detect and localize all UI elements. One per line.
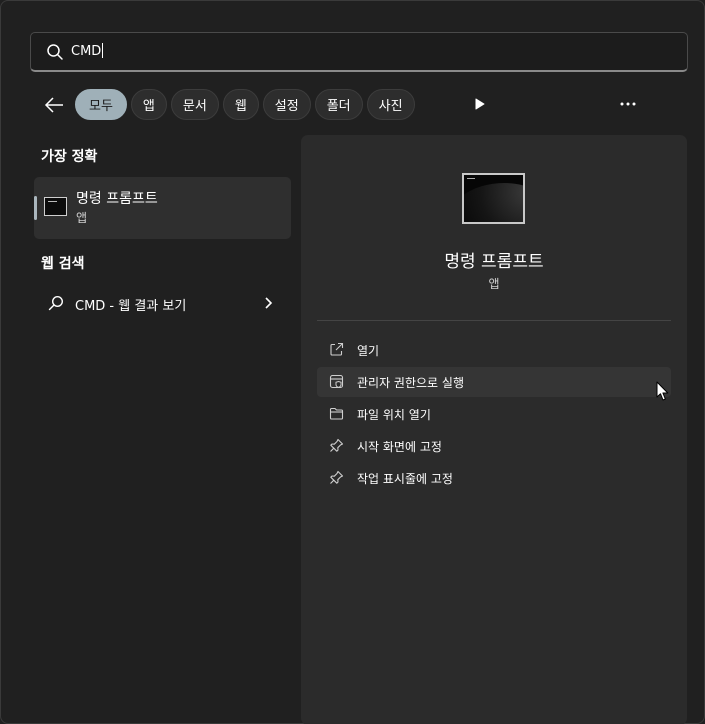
filter-tab-web[interactable]: 웹 bbox=[222, 89, 259, 120]
web-search-text: CMD - 웹 결과 보기 bbox=[75, 299, 187, 314]
open-external-icon bbox=[330, 342, 344, 356]
back-button[interactable] bbox=[41, 93, 67, 117]
folder-icon bbox=[329, 407, 344, 420]
command-prompt-icon bbox=[44, 197, 67, 216]
filter-tab-folders[interactable]: 폴더 bbox=[314, 89, 363, 120]
best-match-result[interactable]: 명령 프롬프트 앱 bbox=[34, 177, 291, 239]
filter-tabs: 모두 앱 문서 웹 설정 폴더 사진 bbox=[75, 89, 415, 120]
icon-gradient bbox=[464, 183, 523, 222]
pin-icon bbox=[330, 470, 344, 484]
action-pin-to-taskbar-label: 작업 표시줄에 고정 bbox=[357, 472, 453, 486]
search-icon bbox=[48, 295, 64, 311]
command-prompt-large-icon bbox=[462, 173, 525, 224]
best-match-name: 명령 프롬프트 bbox=[76, 191, 158, 207]
divider bbox=[317, 320, 671, 321]
filter-tab-all[interactable]: 모두 bbox=[75, 89, 127, 120]
action-open-file-location-label: 파일 위치 열기 bbox=[357, 408, 431, 422]
filter-tab-photos[interactable]: 사진 bbox=[366, 89, 415, 120]
search-input[interactable]: CMD bbox=[71, 43, 104, 61]
action-pin-to-taskbar[interactable]: 작업 표시줄에 고정 bbox=[317, 463, 671, 493]
search-input-text: CMD bbox=[71, 44, 102, 59]
search-box[interactable]: CMD bbox=[30, 32, 688, 72]
search-icon bbox=[47, 44, 63, 60]
chevron-right-icon bbox=[265, 297, 273, 309]
pin-icon bbox=[330, 438, 344, 452]
icon-prompt-line bbox=[467, 178, 475, 179]
more-filters-button[interactable] bbox=[471, 95, 489, 113]
web-search-result[interactable]: CMD - 웹 결과 보기 bbox=[34, 287, 291, 319]
action-pin-to-start-label: 시작 화면에 고정 bbox=[357, 440, 442, 454]
ellipsis-icon bbox=[620, 102, 636, 106]
action-pin-to-start[interactable]: 시작 화면에 고정 bbox=[317, 431, 671, 461]
action-open[interactable]: 열기 bbox=[317, 335, 671, 365]
action-open-label: 열기 bbox=[357, 344, 380, 358]
action-open-file-location[interactable]: 파일 위치 열기 bbox=[317, 399, 671, 429]
play-icon bbox=[475, 98, 485, 110]
filter-tab-documents[interactable]: 문서 bbox=[170, 89, 219, 120]
filter-tab-settings[interactable]: 설정 bbox=[262, 89, 311, 120]
best-match-type: 앱 bbox=[76, 211, 88, 225]
best-match-heading: 가장 정확 bbox=[41, 149, 98, 165]
detail-panel: 명령 프롬프트 앱 열기 관리자 권한으로 실행 파일 위치 열기 시작 화면에… bbox=[301, 135, 687, 724]
mouse-cursor-icon bbox=[656, 381, 669, 401]
detail-title: 명령 프롬프트 bbox=[444, 252, 544, 272]
search-window: CMD 모두 앱 문서 웹 설정 폴더 사진 가장 정확 명령 프롬프트 앱 웹… bbox=[0, 0, 705, 724]
web-search-heading: 웹 검색 bbox=[41, 256, 85, 272]
action-run-as-admin[interactable]: 관리자 권한으로 실행 bbox=[317, 367, 671, 397]
detail-subtitle: 앱 bbox=[488, 277, 500, 291]
action-run-as-admin-label: 관리자 권한으로 실행 bbox=[357, 376, 464, 390]
shield-icon bbox=[329, 374, 344, 389]
back-arrow-icon bbox=[44, 97, 63, 113]
text-caret bbox=[102, 43, 104, 58]
selection-indicator bbox=[34, 196, 37, 220]
filter-tab-apps[interactable]: 앱 bbox=[130, 89, 167, 120]
more-options-button[interactable] bbox=[615, 95, 641, 113]
